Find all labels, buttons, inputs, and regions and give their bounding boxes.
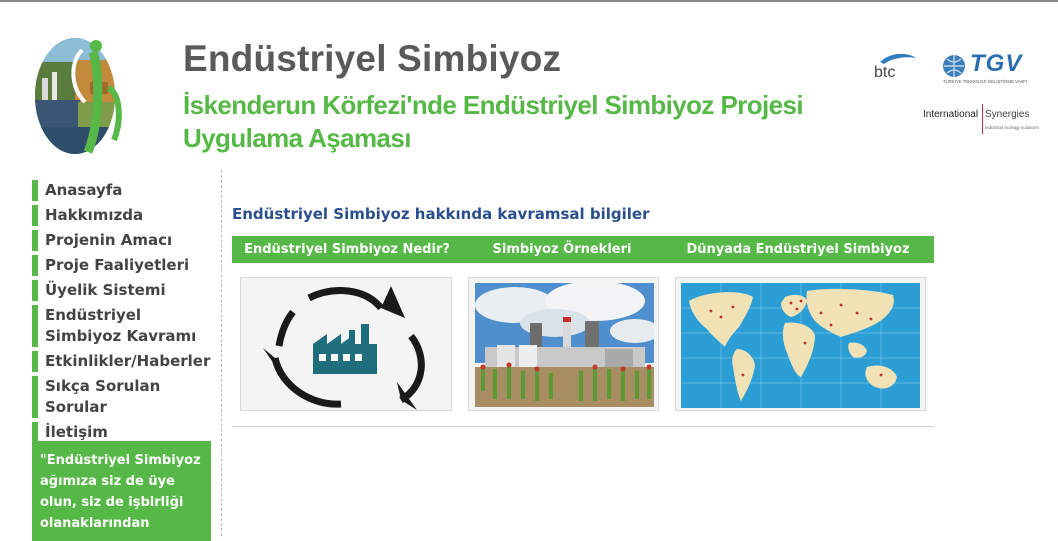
international-synergies-logo[interactable]: International Synergies industrial ecolo… — [923, 104, 1039, 136]
card-dunyada-endustriyel-simbiyoz[interactable] — [675, 277, 926, 411]
tgv-logo[interactable]: TGV TÜRKİYE TEKNOLOJİ GELİŞTİRME VAKFI — [940, 50, 1040, 86]
nav-item-proje-faaliyetleri[interactable]: Proje Faaliyetleri — [32, 255, 217, 276]
section-heading: Endüstriyel Simbiyoz hakkında kavramsal … — [232, 205, 650, 223]
nav-item-etkinlikler-haberler[interactable]: Etkinlikler/Haberler — [32, 351, 217, 372]
power-plant-photo — [475, 283, 654, 407]
site-subtitle: İskenderun Körfezi'nde Endüstriyel Simbi… — [183, 90, 804, 153]
is-logo-text-right: Synergies — [985, 109, 1030, 120]
recycle-factory-illustration — [263, 286, 425, 410]
category-tabbar: Endüstriyel Simbiyoz Nedir? Simbiyoz Örn… — [232, 236, 934, 263]
nav-item-uyelik-sistemi[interactable]: Üyelik Sistemi — [32, 280, 217, 301]
tgv-globe-icon — [943, 55, 965, 77]
card-simbiyoz-ornekleri[interactable] — [468, 277, 659, 411]
site-logo[interactable] — [30, 32, 130, 160]
tab-dunyada-endustriyel-simbiyoz[interactable]: Dünyada Endüstriyel Simbiyoz — [662, 236, 934, 263]
factory-icon — [313, 324, 377, 374]
is-logo-text-left: International — [923, 109, 979, 120]
nav-item-sikca-sorulan-sorular[interactable]: Sıkça Sorulan Sorular — [32, 376, 217, 418]
card-simbiyoz-nedir[interactable] — [240, 277, 452, 411]
nav-item-projenin-amaci[interactable]: Projenin Amacı — [32, 230, 217, 251]
tab-endustriyel-simbiyoz-nedir[interactable]: Endüstriyel Simbiyoz Nedir? — [232, 236, 462, 263]
tgv-logo-text: TGV — [970, 50, 1023, 77]
nav-item-endustriyel-simbiyoz-kavrami[interactable]: Endüstriyel Simbiyoz Kavramı — [32, 305, 217, 347]
nav-item-hakkimizda[interactable]: Hakkımızda — [32, 205, 217, 226]
content-divider — [232, 426, 934, 427]
membership-quote-box: "Endüstriyel Simbiyoz ağımıza siz de üye… — [32, 441, 211, 541]
is-logo-subtitle: industrial ecology solutions — [985, 125, 1039, 130]
tgv-subtitle: TÜRKİYE TEKNOLOJİ GELİŞTİRME VAKFI — [943, 79, 1028, 84]
site-title: Endüstriyel Simbiyoz — [183, 38, 562, 79]
is-logo-divider — [982, 104, 983, 134]
arrow-head-1-icon — [381, 286, 405, 318]
btc-logo[interactable]: btc — [870, 50, 920, 85]
sidebar-divider — [221, 170, 222, 536]
world-map-illustration — [681, 283, 920, 408]
nav-item-iletisim[interactable]: İletişim — [32, 422, 217, 443]
btc-logo-text: btc — [874, 64, 896, 81]
tab-simbiyoz-ornekleri[interactable]: Simbiyoz Örnekleri — [462, 236, 662, 263]
sidebar-nav: Anasayfa Hakkımızda Projenin Amacı Proje… — [32, 180, 217, 447]
top-border — [0, 0, 1058, 2]
nav-item-anasayfa[interactable]: Anasayfa — [32, 180, 217, 201]
